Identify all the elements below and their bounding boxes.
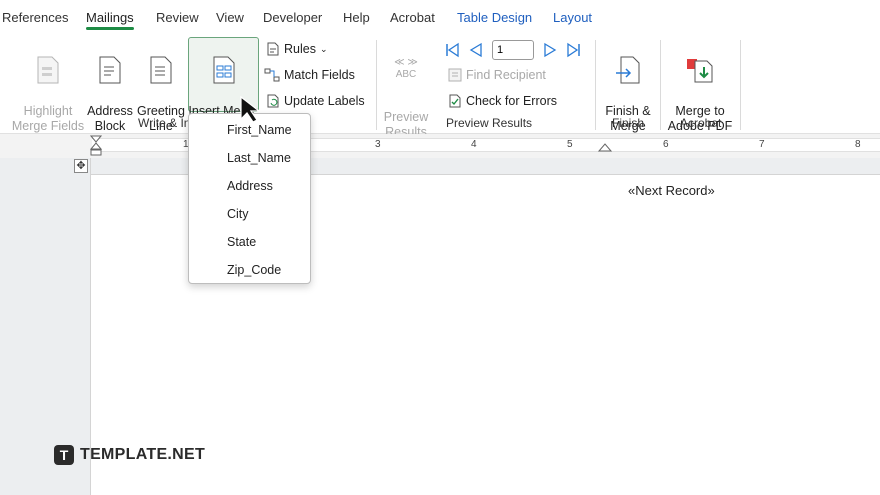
tab-help[interactable]: Help	[343, 10, 370, 25]
merge-pdf-icon	[687, 59, 713, 83]
highlight-label: Highlight Merge Fields	[11, 104, 85, 133]
rules-label: Rules	[284, 42, 316, 56]
right-indent-icon[interactable]	[598, 142, 612, 152]
menu-item-city[interactable]: City	[227, 207, 249, 221]
find-recipient-button[interactable]: Find Recipient	[448, 68, 546, 82]
tab-mailings[interactable]: Mailings	[86, 10, 134, 30]
tab-view[interactable]: View	[216, 10, 244, 25]
check-errors-label: Check for Errors	[466, 94, 557, 108]
tab-references[interactable]: References	[2, 10, 68, 25]
highlight-merge-fields-button[interactable]: Highlight Merge Fields	[10, 40, 86, 134]
group-separator	[376, 40, 377, 130]
next-record-icon[interactable]	[542, 42, 558, 58]
rules-icon	[267, 42, 279, 56]
tab-acrobat[interactable]: Acrobat	[390, 10, 435, 25]
tab-review[interactable]: Review	[156, 10, 199, 25]
ruler-label: 4	[471, 139, 477, 150]
logo-text: TEMPLATE.NET	[80, 446, 206, 463]
record-number-input[interactable]	[492, 40, 534, 60]
menu-item-first-name[interactable]: First_Name	[227, 123, 292, 137]
ruler-label: 3	[375, 139, 381, 150]
update-labels-label: Update Labels	[284, 94, 365, 108]
address-block-icon	[99, 56, 121, 84]
ruler-label: 8	[855, 139, 861, 150]
address-block-button[interactable]: Address Block	[86, 40, 134, 134]
match-fields-label: Match Fields	[284, 68, 355, 82]
rules-button[interactable]: Rules ⌄	[266, 42, 328, 56]
match-fields-icon	[264, 68, 280, 82]
ribbon: Highlight Merge Fields Address Block Gre…	[0, 34, 880, 147]
template-net-logo: T TEMPLATE.NET	[54, 445, 205, 465]
logo-mark-icon: T	[54, 445, 74, 465]
address-label: Address Block	[87, 104, 133, 133]
tab-developer[interactable]: Developer	[263, 10, 322, 25]
match-fields-button[interactable]: Match Fields	[264, 68, 355, 82]
group-separator	[595, 40, 596, 130]
tab-table-design[interactable]: Table Design	[457, 10, 532, 25]
preview-abc-icon: ≪ ≫ ABC	[394, 57, 418, 80]
last-record-icon[interactable]	[566, 42, 582, 58]
record-navigation	[444, 40, 582, 60]
update-labels-button[interactable]: Update Labels	[266, 94, 365, 108]
ruler-label: 6	[663, 139, 669, 150]
chevron-down-icon: ⌄	[319, 43, 328, 54]
menu-item-address[interactable]: Address	[227, 179, 273, 193]
indent-marker-icon[interactable]	[90, 135, 102, 157]
table-move-handle-icon[interactable]: ✥	[74, 159, 88, 173]
insert-merge-field-icon	[213, 56, 234, 84]
ruler-label: 5	[567, 139, 573, 150]
next-record-field[interactable]: «Next Record»	[628, 183, 715, 198]
group-separator	[740, 40, 741, 130]
ruler-label: 7	[759, 139, 765, 150]
first-record-icon[interactable]	[444, 42, 460, 58]
menu-item-last-name[interactable]: Last_Name	[227, 151, 291, 165]
preview-results-button[interactable]: ≪ ≫ ABC Preview Results	[382, 42, 430, 140]
group-preview-label: Preview Results	[446, 116, 533, 130]
group-finish-label: Finish	[612, 116, 645, 130]
group-write-insert-label: Write & In	[138, 116, 191, 130]
check-errors-button[interactable]: Check for Errors	[448, 94, 557, 108]
highlight-fields-icon	[37, 56, 59, 84]
find-recipient-label: Find Recipient	[466, 68, 546, 82]
group-separator	[660, 40, 661, 130]
previous-record-icon[interactable]	[468, 42, 484, 58]
tab-layout[interactable]: Layout	[553, 10, 592, 25]
finish-merge-icon	[616, 56, 640, 84]
menu-item-zip-code[interactable]: Zip_Code	[227, 263, 281, 277]
merge-field-dropdown: First_Name Last_Name Address City State …	[188, 113, 311, 284]
find-recipient-icon	[448, 68, 462, 82]
menu-item-state[interactable]: State	[227, 235, 256, 249]
group-acrobat-label: Acrobat	[680, 116, 722, 130]
greeting-line-icon	[150, 56, 172, 84]
check-errors-icon	[449, 94, 461, 108]
update-labels-icon	[267, 94, 279, 108]
mouse-cursor-icon	[240, 95, 261, 123]
ribbon-tabs: References Mailings Review View Develope…	[0, 0, 880, 34]
